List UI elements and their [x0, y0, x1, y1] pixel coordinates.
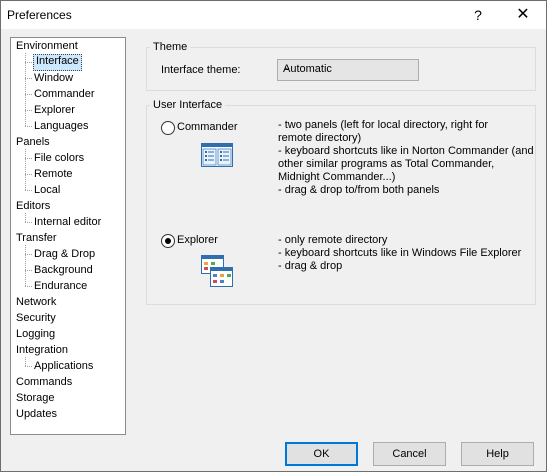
tree-connector [25, 213, 26, 222]
ok-button[interactable]: OK [285, 442, 358, 466]
tree-item-internal-editor[interactable]: Internal editor [34, 215, 101, 230]
tree-item-languages[interactable]: Languages [34, 119, 88, 134]
chevron-down-icon: ⌄ [283, 62, 292, 73]
description-line: - two panels (left for local directory, … [278, 119, 489, 131]
tree-item-commander[interactable]: Commander [34, 87, 95, 102]
theme-group-title: Theme [150, 41, 191, 53]
tree-connector [25, 222, 32, 223]
tree-item-remote[interactable]: Remote [34, 167, 73, 182]
tree-connector [25, 62, 32, 63]
tree-item-transfer[interactable]: Transfer [16, 231, 57, 246]
explorer-layout-icon [201, 255, 233, 287]
tree-connector [25, 78, 32, 79]
tree-item-commands[interactable]: Commands [16, 375, 72, 390]
cancel-button[interactable]: Cancel [373, 442, 446, 466]
tree-connector [25, 158, 32, 159]
description-line: - drag & drop [278, 260, 343, 272]
description-line: - drag & drop to/from both panels [278, 184, 440, 196]
tree-item-editors[interactable]: Editors [16, 199, 50, 214]
help-title-button[interactable]: ? [456, 1, 500, 29]
preferences-window: Preferences ? ✕ Environment Interface Wind… [0, 0, 547, 472]
tree-item-updates[interactable]: Updates [16, 407, 57, 422]
tree-item-endurance[interactable]: Endurance [34, 279, 87, 294]
tree-connector [25, 366, 32, 367]
tree-item-panels[interactable]: Panels [16, 135, 50, 150]
tree-item-local[interactable]: Local [34, 183, 60, 198]
user-interface-group-title: User Interface [150, 99, 226, 111]
commander-label[interactable]: Commander [177, 121, 238, 133]
tree-item-integration[interactable]: Integration [16, 343, 68, 358]
tree-item-applications[interactable]: Applications [34, 359, 93, 374]
tree-connector [25, 254, 32, 255]
commander-radio[interactable] [161, 121, 175, 135]
window-title: Preferences [7, 8, 72, 22]
preferences-tree[interactable]: Environment Interface Window Commander Explo… [10, 37, 126, 435]
tree-item-explorer[interactable]: Explorer [34, 103, 75, 118]
explorer-label[interactable]: Explorer [177, 234, 218, 246]
description-line: Midnight Commander...) [278, 171, 396, 183]
tree-item-security[interactable]: Security [16, 311, 56, 326]
tree-item-interface[interactable]: Interface [33, 54, 82, 71]
description-line: remote directory) [278, 132, 362, 144]
tree-connector [25, 53, 26, 126]
description-line: - keyboard shortcuts like in Norton Comm… [278, 145, 534, 157]
tree-connector [25, 110, 32, 111]
tree-item-environment[interactable]: Environment [16, 39, 78, 54]
description-line: other similar programs as Total Commande… [278, 158, 495, 170]
tree-item-storage[interactable]: Storage [16, 391, 55, 406]
interface-theme-select[interactable]: Automatic ⌄ [277, 59, 419, 81]
tree-connector [25, 149, 26, 190]
explorer-radio-dot [165, 238, 171, 244]
tree-connector [25, 357, 26, 366]
tree-item-window[interactable]: Window [34, 71, 73, 86]
tree-connector [25, 286, 32, 287]
description-line: - keyboard shortcuts like in Windows Fil… [278, 247, 522, 259]
tree-connector [25, 245, 26, 286]
help-button[interactable]: Help [461, 442, 534, 466]
interface-theme-label: Interface theme: [161, 64, 241, 76]
tree-connector [25, 190, 32, 191]
tree-connector [25, 174, 32, 175]
tree-item-network[interactable]: Network [16, 295, 56, 310]
close-button[interactable]: ✕ [501, 1, 545, 29]
tree-connector [25, 126, 32, 127]
explorer-radio[interactable] [161, 234, 175, 248]
tree-item-file-colors[interactable]: File colors [34, 151, 84, 166]
title-bar: Preferences ? ✕ [1, 1, 546, 29]
description-line: - only remote directory [278, 234, 388, 246]
tree-item-drag-drop[interactable]: Drag & Drop [34, 247, 95, 262]
tree-item-background[interactable]: Background [34, 263, 93, 278]
tree-connector [25, 94, 32, 95]
commander-layout-icon [201, 143, 233, 167]
tree-item-logging[interactable]: Logging [16, 327, 55, 342]
tree-connector [25, 270, 32, 271]
